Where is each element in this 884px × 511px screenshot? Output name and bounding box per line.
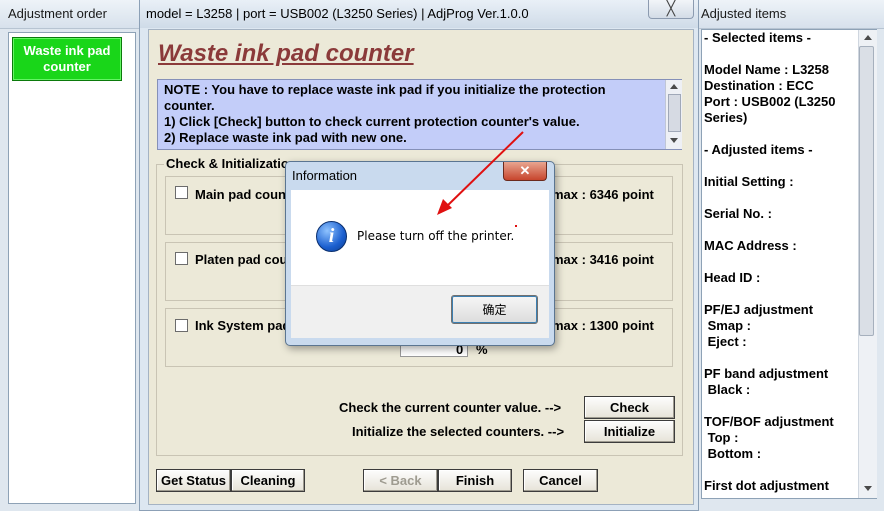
adjusted-item-line: Head ID :: [704, 270, 761, 285]
note-line: counter.: [164, 98, 215, 113]
adjusted-item-line: Model Name : L3258: [704, 62, 829, 77]
initialize-button[interactable]: Initialize: [584, 420, 675, 443]
adjusted-item-line: Port : USB002 (L3250: [704, 94, 836, 109]
adjusted-item-line: MAC Address :: [704, 238, 797, 253]
scroll-up-arrow-icon[interactable]: [864, 35, 872, 40]
adjusted-items-scroll-thumb[interactable]: [859, 46, 874, 336]
adjusted-items-title: Adjusted items: [701, 6, 787, 21]
adjusted-item-line: TOF/BOF adjustment: [704, 414, 834, 429]
adjusted-item-line: [704, 398, 854, 414]
window-title: model = L3258 | port = USB002 (L3250 Ser…: [146, 6, 529, 21]
adjusted-item-line: Eject :: [704, 334, 747, 349]
waste-ink-pad-counter-item[interactable]: Waste ink pad counter: [12, 37, 122, 81]
adjusted-item-line: [704, 350, 854, 366]
get-status-button[interactable]: Get Status: [156, 469, 231, 492]
scroll-up-arrow-icon[interactable]: [670, 84, 678, 89]
adjusted-item-line: [704, 46, 854, 62]
group-label: Check & Initialization: [164, 156, 299, 171]
adjusted-item-line: PF band adjustment: [704, 366, 829, 381]
scroll-thumb[interactable]: [668, 94, 681, 132]
ink-system-pad-counter-checkbox[interactable]: [175, 319, 188, 332]
adjusted-item-line: [704, 158, 854, 174]
platen-pad-counter-max: max : 3416 point: [552, 252, 654, 267]
dialog-title: Information: [292, 168, 358, 183]
note-scrollbar[interactable]: [665, 80, 682, 149]
adjusted-item-line: Series): [704, 110, 748, 125]
dialog-close-button[interactable]: ✕: [503, 162, 547, 181]
adjusted-items-content: - Selected items - Model Name : L3258 Dest…: [704, 30, 854, 494]
info-icon: i: [316, 221, 347, 252]
adjustment-order-title: Adjustment order: [8, 6, 107, 21]
adjusted-item-line: Black :: [704, 382, 751, 397]
scroll-down-arrow-icon[interactable]: [670, 138, 678, 143]
page-title: Waste ink pad counter: [158, 40, 414, 67]
adjusted-item-line: Destination : ECC: [704, 78, 814, 93]
adjusted-item-line: Top :: [704, 430, 739, 445]
dialog-ok-button[interactable]: 确定: [451, 295, 538, 324]
platen-pad-counter-checkbox[interactable]: [175, 252, 188, 265]
adjusted-item-line: PF/EJ adjustment: [704, 302, 814, 317]
cleaning-button[interactable]: Cleaning: [231, 469, 305, 492]
ink-system-pad-counter-max: max : 1300 point: [552, 318, 654, 333]
adjusted-item-line: Serial No. :: [704, 206, 772, 221]
main-pad-counter-checkbox[interactable]: [175, 186, 188, 199]
adjusted-item-line: [704, 254, 854, 270]
adjusted-item-line: Smap :: [704, 318, 751, 333]
check-prompt: Check the current counter value. -->: [339, 400, 562, 415]
red-dot-mark: [515, 225, 517, 227]
initialize-prompt: Initialize the selected counters. -->: [352, 424, 565, 439]
adjusted-item-line: - Adjusted items -: [704, 142, 813, 157]
dialog-message: Please turn off the printer.: [357, 229, 515, 243]
note-text: NOTE : You have to replace waste ink pad…: [164, 82, 654, 146]
adjusted-item-line: Initial Setting :: [704, 174, 794, 189]
back-button[interactable]: < Back: [363, 469, 438, 492]
cancel-button[interactable]: Cancel: [523, 469, 598, 492]
adjusted-item-line: [704, 286, 854, 302]
adjusted-item-line: [704, 222, 854, 238]
adjustment-order-list: [8, 32, 136, 504]
adjusted-item-line: [704, 462, 854, 478]
note-line: 1) Click [Check] button to check current…: [164, 114, 580, 129]
adjusted-item-line: - Selected items -: [704, 30, 811, 45]
main-pad-counter-max: max : 6346 point: [552, 187, 654, 202]
adjusted-item-line: Bottom :: [704, 446, 762, 461]
check-button[interactable]: Check: [584, 396, 675, 419]
adjusted-item-line: [704, 126, 854, 142]
adjusted-item-line: [704, 190, 854, 206]
window-close-button[interactable]: ╳: [648, 0, 694, 19]
note-line: 2) Replace waste ink pad with new one.: [164, 130, 407, 145]
adjusted-item-line: First dot adjustment: [704, 478, 829, 493]
scroll-down-arrow-icon[interactable]: [864, 486, 872, 491]
finish-button[interactable]: Finish: [438, 469, 512, 492]
note-line: NOTE : You have to replace waste ink pad…: [164, 82, 606, 97]
